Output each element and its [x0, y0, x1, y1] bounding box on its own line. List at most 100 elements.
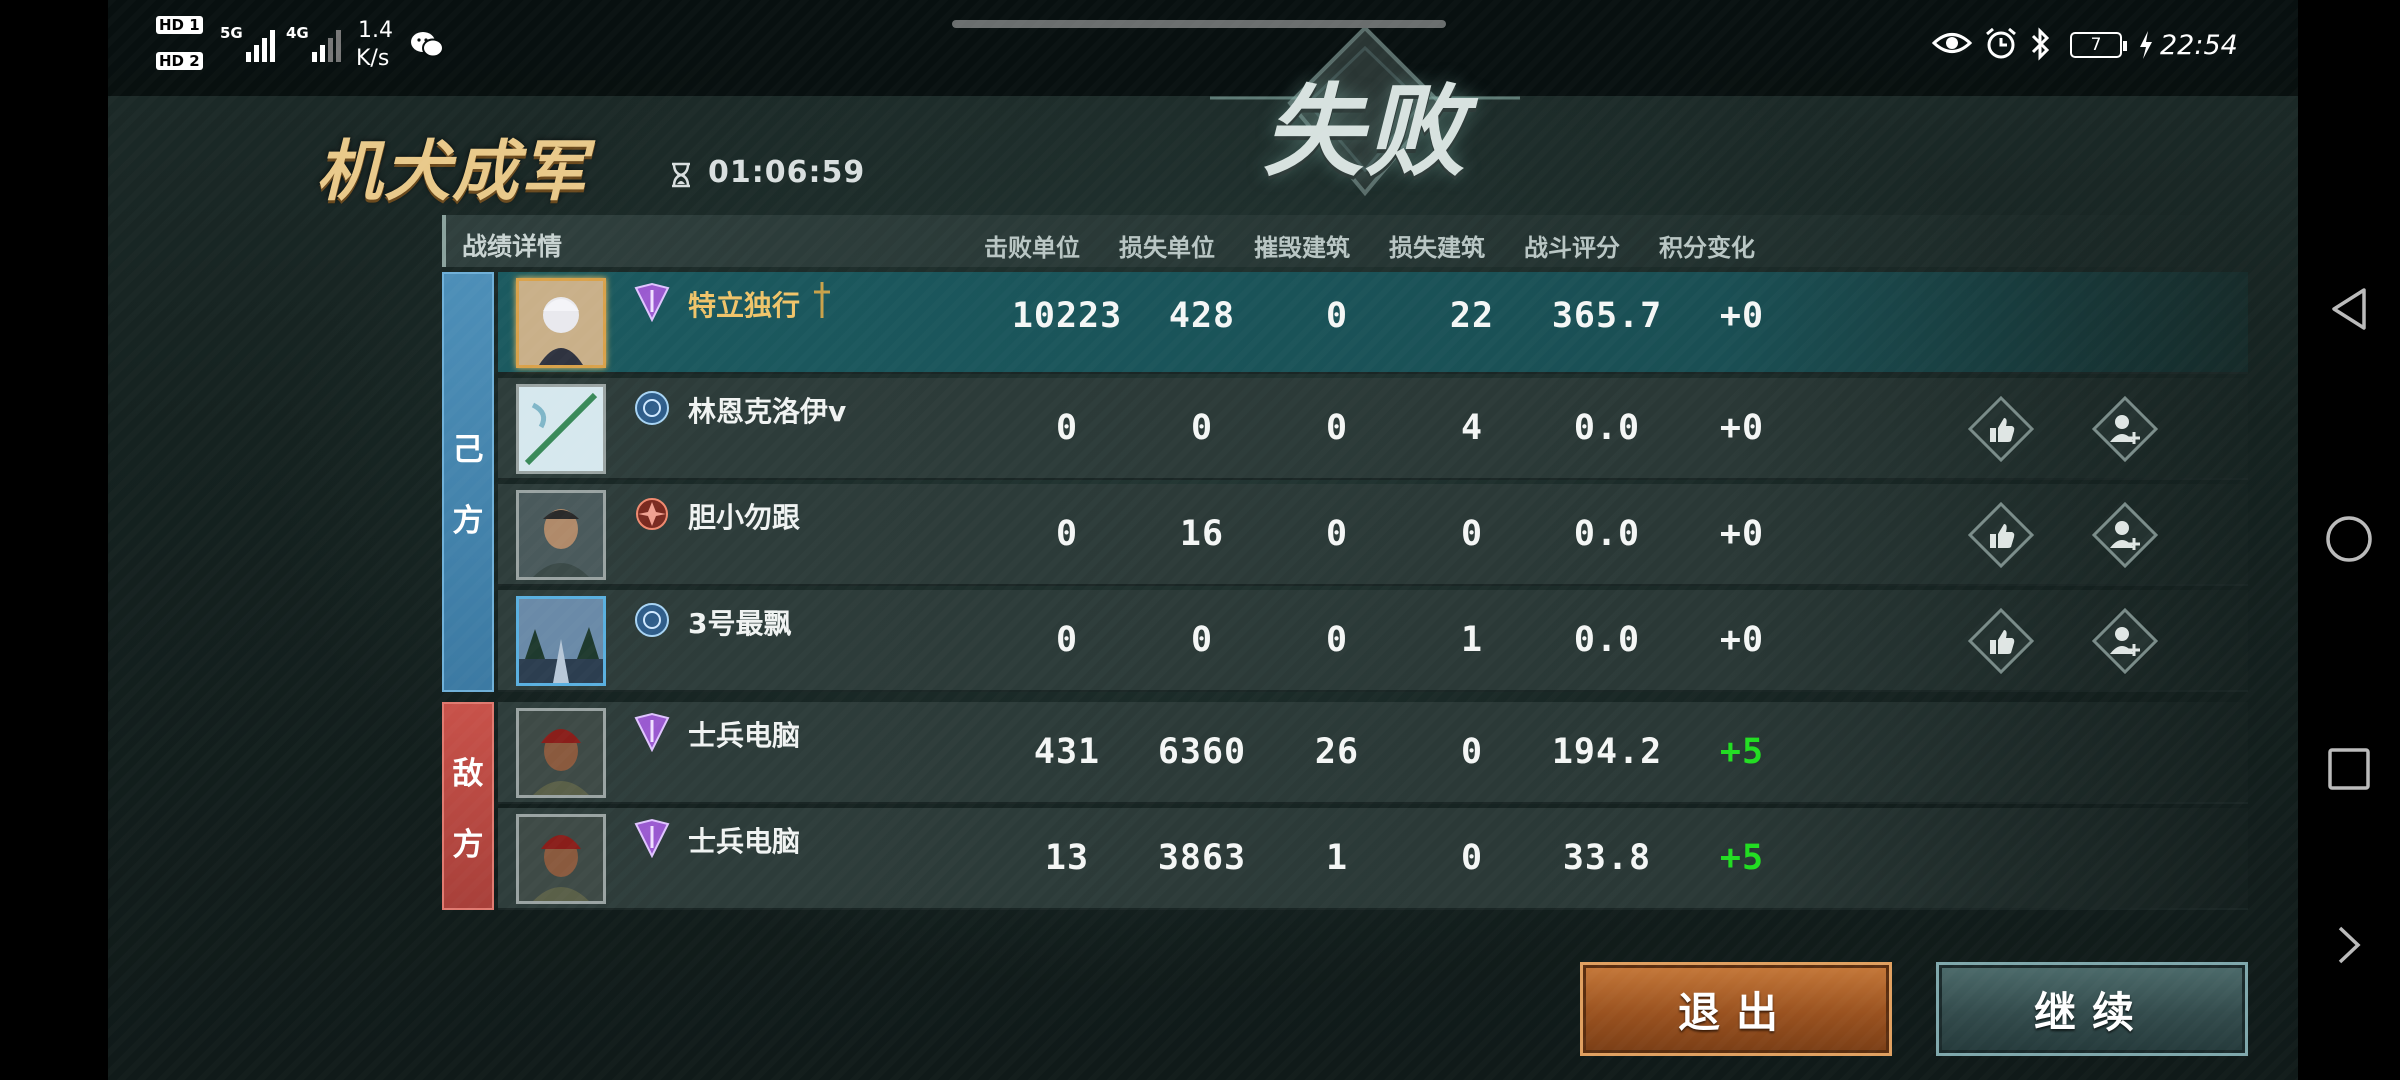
stat-kills: 0	[1055, 408, 1079, 448]
battery-level: 7	[2090, 35, 2102, 55]
stat-buildings-destroyed: 0	[1325, 408, 1349, 448]
player-row[interactable]: 胆小勿跟 0 16 0 0 0.0 +0	[498, 484, 2248, 586]
stat-losses: 428	[1168, 296, 1236, 336]
player-row-self[interactable]: 特立独行 10223 428 0 22 365.7 +0	[498, 272, 2248, 374]
stat-losses: 3863	[1157, 838, 1247, 878]
chevron-right-icon[interactable]	[2324, 920, 2374, 970]
avatar[interactable]	[516, 384, 606, 474]
stat-buildings-lost: 0	[1460, 838, 1484, 878]
stat-losses: 0	[1190, 408, 1214, 448]
hourglass-icon	[672, 162, 690, 188]
stat-buildings-lost: 0	[1460, 514, 1484, 554]
stat-combat-score: 0.0	[1573, 620, 1641, 660]
col-buildings-lost: 损失建筑	[1389, 234, 1485, 262]
col-kills: 击败单位	[984, 234, 1080, 262]
col-points-change: 积分变化	[1659, 234, 1755, 262]
avatar[interactable]	[516, 814, 606, 904]
back-icon[interactable]	[2324, 284, 2374, 334]
drag-handle[interactable]	[952, 20, 1446, 28]
player-name: 特立独行	[688, 289, 801, 322]
clock: 22:54	[2160, 30, 2238, 61]
net-4g-label: 4G	[286, 24, 309, 42]
screen: HD 1 HD 2 5G 4G 1.4 K/s 7 22:54 机犬成军 01:…	[0, 0, 2400, 1080]
col-buildings-destroyed: 摧毁建筑	[1254, 234, 1350, 262]
bluetooth-icon	[2031, 27, 2050, 61]
table-header: 战绩详情 击败单位 损失单位 摧毁建筑 损失建筑 战斗评分 积分变化	[442, 215, 2242, 267]
section-label: 战绩详情	[462, 232, 563, 261]
stat-points-change: +0	[1719, 514, 1765, 554]
game-result-screen: HD 1 HD 2 5G 4G 1.4 K/s 7 22:54 机犬成军 01:…	[108, 0, 2298, 1080]
stat-losses: 6360	[1157, 732, 1247, 772]
match-timer: 01:06:59	[708, 155, 866, 190]
stat-losses: 16	[1179, 514, 1225, 554]
navigation-bar	[2298, 0, 2400, 1080]
stat-kills: 10223	[1011, 296, 1123, 336]
add-friend-button[interactable]	[2092, 502, 2158, 568]
result-title: 失败	[1263, 73, 1467, 190]
avatar[interactable]	[516, 596, 606, 686]
stat-combat-score: 0.0	[1573, 514, 1641, 554]
add-friend-button[interactable]	[2092, 396, 2158, 462]
stat-buildings-destroyed: 0	[1325, 296, 1349, 336]
col-combat-score: 战斗评分	[1524, 234, 1620, 262]
like-button[interactable]	[1968, 502, 2034, 568]
stat-buildings-destroyed: 26	[1314, 732, 1360, 772]
stat-combat-score: 365.7	[1551, 296, 1663, 336]
own-side-char-2: 方	[452, 503, 484, 539]
stat-points-change: +0	[1719, 296, 1765, 336]
enemy-side-char-1: 敌	[452, 756, 484, 792]
player-name: 士兵电脑	[688, 825, 801, 858]
charging-icon	[2140, 31, 2152, 59]
own-side-char-1: 己	[452, 432, 484, 468]
player-name: 胆小勿跟	[688, 501, 801, 534]
stat-buildings-destroyed: 0	[1325, 514, 1349, 554]
stat-buildings-destroyed: 0	[1325, 620, 1349, 660]
home-icon[interactable]	[2324, 514, 2374, 564]
add-friend-button[interactable]	[2092, 608, 2158, 674]
like-button[interactable]	[1968, 608, 2034, 674]
player-name: 3号最飘	[688, 607, 792, 640]
net-speed-value: 1.4	[358, 18, 393, 43]
mode-title: 机犬成军	[316, 132, 588, 210]
stat-kills: 0	[1055, 620, 1079, 660]
exit-button[interactable]: 退出	[1580, 962, 1892, 1056]
battery-icon: 7	[2070, 32, 2127, 58]
enemy-side-char-2: 方	[452, 827, 484, 863]
sword-icon	[814, 282, 830, 318]
continue-button[interactable]: 继续	[1936, 962, 2248, 1056]
blue-globe-rank-icon	[635, 391, 669, 425]
recents-icon[interactable]	[2324, 744, 2374, 794]
purple-rank-icon	[634, 712, 670, 752]
own-side-tag: 己 方	[442, 272, 494, 692]
avatar[interactable]	[516, 490, 606, 580]
enemy-row[interactable]: 士兵电脑 13 3863 1 0 33.8 +5	[498, 808, 2248, 910]
alarm-icon	[1986, 27, 2016, 59]
stat-buildings-lost: 4	[1460, 408, 1484, 448]
player-row[interactable]: 林恩克洛伊v 0 0 0 4 0.0 +0	[498, 378, 2248, 480]
stat-points-change: +0	[1719, 620, 1765, 660]
red-rank-icon	[636, 498, 668, 530]
like-button[interactable]	[1968, 396, 2034, 462]
blue-globe-rank-icon	[635, 603, 669, 637]
stat-buildings-lost: 22	[1449, 296, 1495, 336]
signal-4g-icon	[312, 26, 341, 62]
stat-buildings-lost: 1	[1460, 620, 1484, 660]
wechat-icon	[411, 32, 444, 58]
eye-icon	[1932, 33, 1972, 53]
stat-buildings-destroyed: 1	[1325, 838, 1349, 878]
enemy-side-tag: 敌 方	[442, 702, 494, 910]
stat-kills: 13	[1044, 838, 1090, 878]
enemy-row[interactable]: 士兵电脑 431 6360 26 0 194.2 +5	[498, 702, 2248, 804]
net-speed-unit: K/s	[356, 46, 390, 71]
signal-5g-icon	[246, 26, 275, 62]
stat-kills: 0	[1055, 514, 1079, 554]
hd2-indicator: HD 2	[156, 52, 203, 70]
avatar[interactable]	[516, 278, 606, 368]
player-name: 士兵电脑	[688, 719, 801, 752]
avatar[interactable]	[516, 708, 606, 798]
stat-buildings-lost: 0	[1460, 732, 1484, 772]
hd1-indicator: HD 1	[156, 16, 203, 34]
stat-kills: 431	[1033, 732, 1101, 772]
player-row[interactable]: 3号最飘 0 0 0 1 0.0 +0	[498, 590, 2248, 692]
net-5g-label: 5G	[220, 24, 243, 42]
